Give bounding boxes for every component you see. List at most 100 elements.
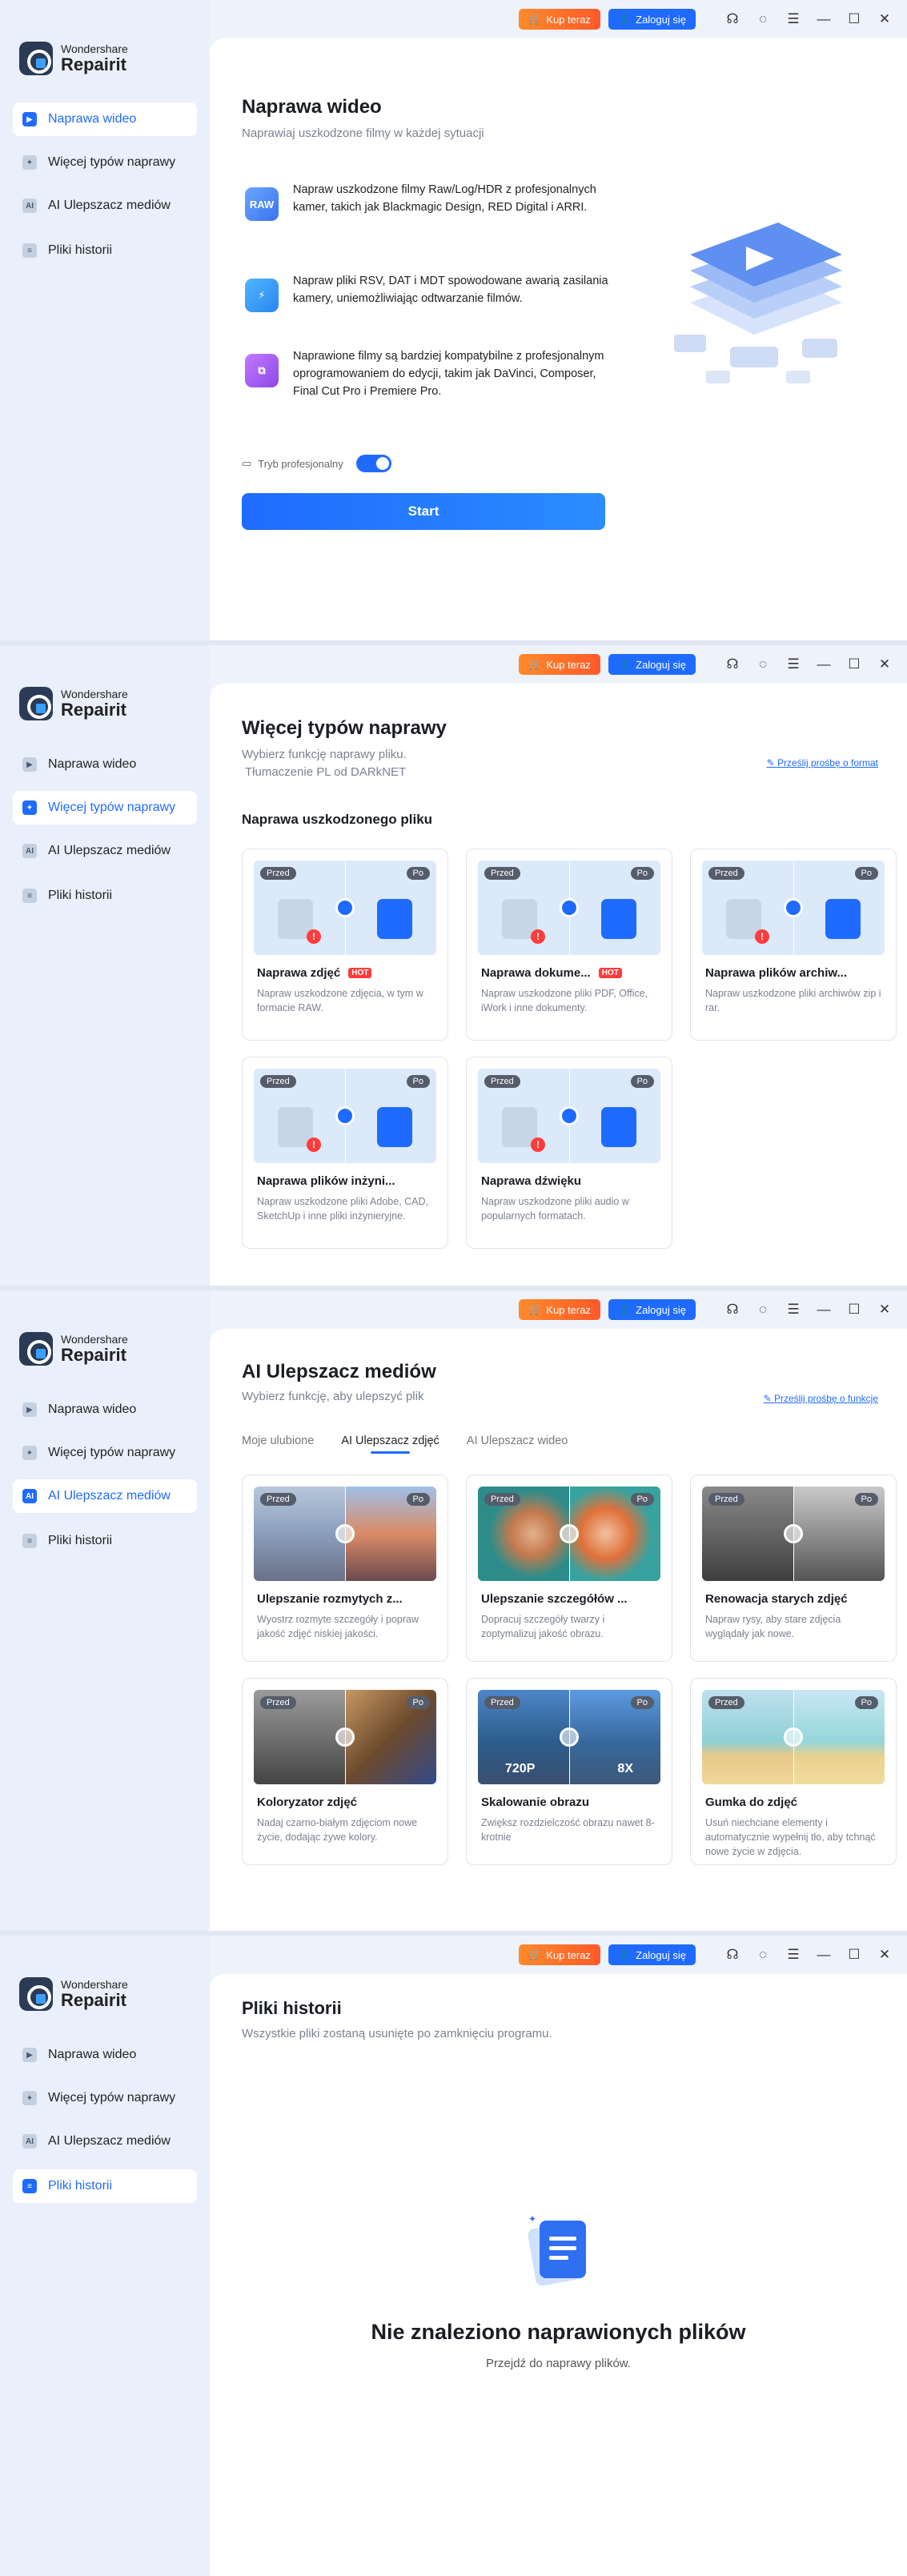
feature-text: Napraw pliki RSV, DAT i MDT spowodowane … xyxy=(293,275,608,305)
app-logo: Wondershare Repairit xyxy=(19,1977,128,2011)
headset-icon[interactable]: ☊ xyxy=(724,11,740,27)
repair-icon xyxy=(560,898,579,917)
feedback-icon[interactable]: ◌ xyxy=(755,1302,771,1318)
menu-icon[interactable]: ☰ xyxy=(785,11,801,27)
card-eraser[interactable]: Przed Po Gumka do zdjęć Usuń niechciane e… xyxy=(690,1678,897,1865)
compare-slider-handle[interactable] xyxy=(335,1727,355,1747)
minimize-icon[interactable]: — xyxy=(816,656,832,672)
sidebar-item-more[interactable]: ✦ Więcej typów naprawy xyxy=(13,2081,197,2115)
error-icon: ! xyxy=(307,929,321,944)
sidebar-item-history[interactable]: ≡ Pliki historii xyxy=(13,234,197,267)
sidebar-item-video[interactable]: ▶ Naprawa wideo xyxy=(13,748,197,781)
before-tag: Przed xyxy=(484,1696,520,1709)
pro-mode-toggle[interactable] xyxy=(355,455,391,472)
sidebar-item-history[interactable]: ≡ Pliki historii xyxy=(13,2169,197,2203)
minimize-icon[interactable]: — xyxy=(816,11,832,27)
close-icon[interactable]: ✕ xyxy=(877,1947,893,1963)
title-bar: 🛒 Kup teraz 👤 Zaloguj się ☊ ◌ ☰ — ☐ ✕ xyxy=(210,1936,907,1974)
history-file-icon: ≡ xyxy=(22,889,37,903)
feedback-icon[interactable]: ◌ xyxy=(755,656,771,672)
feedback-icon[interactable]: ◌ xyxy=(755,11,771,27)
maximize-icon[interactable]: ☐ xyxy=(846,1302,862,1318)
maximize-icon[interactable]: ☐ xyxy=(846,656,862,672)
compare-slider-handle[interactable] xyxy=(560,1727,579,1747)
sidebar-item-history[interactable]: ≡ Pliki historii xyxy=(13,879,197,913)
power-failure-icon: ⚡ xyxy=(245,279,279,312)
wrench-icon: ✦ xyxy=(22,155,37,170)
sidebar-item-more[interactable]: ✦ Więcej typów naprawy xyxy=(13,1436,197,1470)
menu-icon[interactable]: ☰ xyxy=(785,656,801,672)
menu-icon[interactable]: ☰ xyxy=(785,1302,801,1318)
login-button[interactable]: 👤 Zaloguj się xyxy=(608,1299,696,1320)
minimize-icon[interactable]: — xyxy=(816,1302,832,1318)
minimize-icon[interactable]: — xyxy=(816,1947,832,1963)
close-icon[interactable]: ✕ xyxy=(877,1302,893,1318)
login-button[interactable]: 👤 Zaloguj się xyxy=(608,654,696,675)
ai-icon: AI xyxy=(22,199,37,213)
svg-text:✦: ✦ xyxy=(528,2214,536,2225)
card-colorizer[interactable]: Przed Po Koloryzator zdjęć Nadaj czarno-b… xyxy=(242,1678,448,1865)
compare-slider-handle[interactable] xyxy=(784,1524,803,1543)
tab-photo-enhancer[interactable]: AI Ulepszacz zdjęć xyxy=(341,1434,439,1454)
start-button[interactable]: Start xyxy=(242,493,605,530)
card-title: Skalowanie obrazu xyxy=(481,1796,590,1809)
sidebar-item-video[interactable]: ▶ Naprawa wideo xyxy=(13,1393,197,1426)
screen-history: Wondershare Repairit ▶ Naprawa wideo ✦ Wię… xyxy=(0,1936,907,2576)
after-tag: Po xyxy=(854,1696,878,1709)
close-icon[interactable]: ✕ xyxy=(877,11,893,27)
tab-video-enhancer[interactable]: AI Ulepszacz wideo xyxy=(467,1434,568,1454)
sidebar-item-video[interactable]: ▶ Naprawa wideo xyxy=(13,102,197,136)
user-icon: 👤 xyxy=(617,658,632,670)
card-engineering-repair[interactable]: ! Przed Po Naprawa plików inżyni... Napra… xyxy=(242,1057,448,1249)
sidebar-item-ai[interactable]: AI AI Ulepszacz mediów xyxy=(13,1479,197,1513)
sidebar-nav: ▶ Naprawa wideo ✦ Więcej typów naprawy AI A… xyxy=(13,102,197,277)
empty-state-link[interactable]: Przejdź do naprawy plików. xyxy=(210,2357,907,2370)
logo-name: Repairit xyxy=(61,699,126,720)
maximize-icon[interactable]: ☐ xyxy=(846,11,862,27)
card-document-repair[interactable]: ! Przed Po Naprawa dokume... HOT Napraw us… xyxy=(466,849,672,1041)
card-blur-enhance[interactable]: Przed Po Ulepszanie rozmytych z... Wyostr… xyxy=(242,1475,448,1662)
request-format-link[interactable]: ✎ Prześlij prośbę o format xyxy=(767,757,878,768)
sidebar-item-ai[interactable]: AI AI Ulepszacz mediów xyxy=(13,834,197,868)
compare-slider-handle[interactable] xyxy=(560,1524,579,1543)
login-button[interactable]: 👤 Zaloguj się xyxy=(608,1944,696,1965)
document-icon xyxy=(601,899,636,939)
card-audio-repair[interactable]: ! Przed Po Naprawa dźwięku Napraw uszkodz… xyxy=(466,1057,672,1249)
card-desc: Napraw uszkodzone zdjęcia, w tym w forma… xyxy=(257,988,423,1013)
headset-icon[interactable]: ☊ xyxy=(724,656,740,672)
compare-slider-handle[interactable] xyxy=(784,1727,803,1747)
login-button[interactable]: 👤 Zaloguj się xyxy=(608,9,696,30)
buy-now-button[interactable]: 🛒 Kup teraz xyxy=(519,9,600,30)
sidebar-item-more[interactable]: ✦ Więcej typów naprawy xyxy=(13,791,197,825)
login-label: Zaloguj się xyxy=(636,1303,686,1316)
close-icon[interactable]: ✕ xyxy=(877,656,893,672)
tab-favorites[interactable]: Moje ulubione xyxy=(242,1434,314,1454)
card-photo-repair[interactable]: ! Przed Po Naprawa zdjęć HOT Napraw uszkod… xyxy=(242,849,448,1041)
feedback-icon[interactable]: ◌ xyxy=(755,1947,771,1963)
sidebar-item-ai[interactable]: AI AI Ulepszacz mediów xyxy=(13,189,197,223)
sidebar-item-more[interactable]: ✦ Więcej typów naprawy xyxy=(13,146,197,179)
resolution-before-label: 720P xyxy=(505,1762,536,1776)
card-old-photo[interactable]: Przed Po Renowacja starych zdjęć Napraw r… xyxy=(690,1475,897,1662)
feature-compat: ⧉ Naprawione filmy są bardziej kompatybi… xyxy=(242,347,610,400)
request-feature-link[interactable]: ✎ Prześlij prośbę o funkcję xyxy=(764,1393,878,1404)
logo-name: Repairit xyxy=(61,1989,126,2010)
video-icon: ▶ xyxy=(22,1402,37,1417)
buy-now-button[interactable]: 🛒 Kup teraz xyxy=(519,654,600,675)
sidebar-item-history[interactable]: ≡ Pliki historii xyxy=(13,1524,197,1558)
buy-now-button[interactable]: 🛒 Kup teraz xyxy=(519,1299,600,1320)
card-face-enhance[interactable]: Przed Po Ulepszanie szczegółów ... Doprac… xyxy=(466,1475,672,1662)
error-icon: ! xyxy=(531,929,545,944)
sidebar-item-video[interactable]: ▶ Naprawa wideo xyxy=(13,2038,197,2072)
before-tag: Przed xyxy=(708,1696,744,1709)
compare-slider-handle[interactable] xyxy=(335,1524,355,1543)
maximize-icon[interactable]: ☐ xyxy=(846,1947,862,1963)
buy-now-button[interactable]: 🛒 Kup teraz xyxy=(519,1944,600,1965)
video-icon: ▶ xyxy=(22,2048,37,2062)
card-archive-repair[interactable]: ! Przed Po Naprawa plików archiw... Napra… xyxy=(690,849,897,1041)
menu-icon[interactable]: ☰ xyxy=(785,1947,801,1963)
card-upscale[interactable]: Przed Po 720P 8X Skalowanie obrazu Zwięks… xyxy=(466,1678,672,1865)
headset-icon[interactable]: ☊ xyxy=(724,1302,740,1318)
headset-icon[interactable]: ☊ xyxy=(724,1947,740,1963)
sidebar-item-ai[interactable]: AI AI Ulepszacz mediów xyxy=(13,2125,197,2158)
